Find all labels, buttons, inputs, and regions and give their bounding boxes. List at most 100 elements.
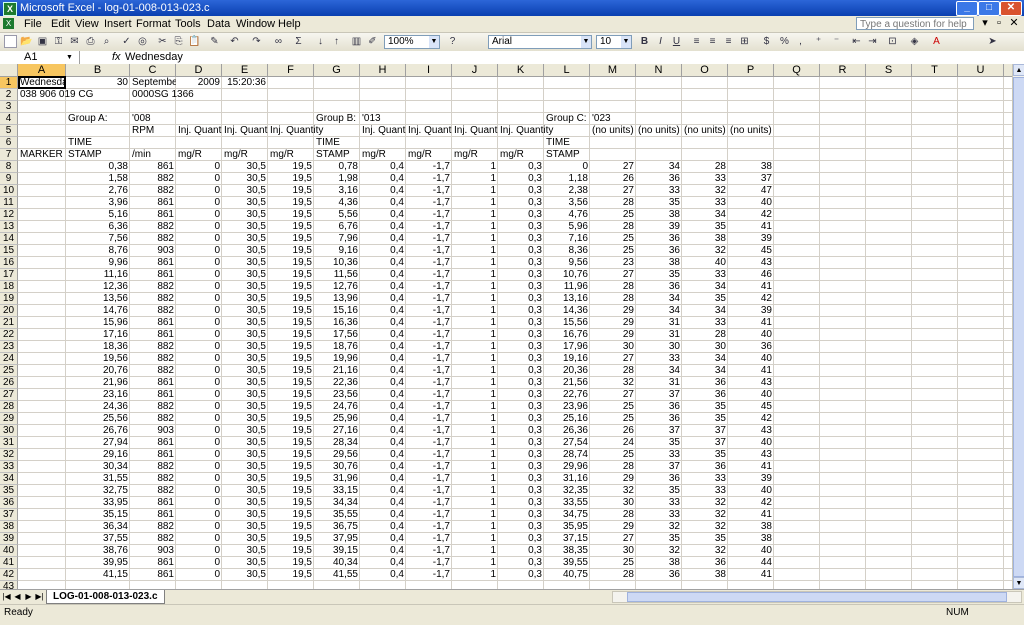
cell-o[interactable]: 35 xyxy=(682,533,728,545)
cell-o[interactable]: 32 xyxy=(682,545,728,557)
cell-b[interactable]: 7,56 xyxy=(66,233,130,245)
cell-o[interactable]: 33 xyxy=(682,197,728,209)
cell-g[interactable]: 39,15 xyxy=(314,545,360,557)
cell-e[interactable]: 30,5 xyxy=(222,185,268,197)
cell-n[interactable]: 39 xyxy=(636,221,682,233)
cell-g[interactable]: STAMP xyxy=(314,149,360,161)
cell-f[interactable]: 19,5 xyxy=(268,449,314,461)
cell-h[interactable]: 0,4 xyxy=(360,377,406,389)
cell-d[interactable]: 0 xyxy=(176,173,222,185)
increase-decimal-icon[interactable]: ⁺ xyxy=(812,35,825,48)
cell-f[interactable]: 19,5 xyxy=(268,341,314,353)
close-button[interactable]: ✕ xyxy=(1000,1,1022,16)
cell-n[interactable]: 36 xyxy=(636,233,682,245)
cell-d[interactable]: 0 xyxy=(176,569,222,581)
cell-c[interactable]: 882 xyxy=(130,401,176,413)
cell-o[interactable]: 33 xyxy=(682,269,728,281)
cell-g[interactable]: 21,16 xyxy=(314,365,360,377)
cell-n[interactable]: 36 xyxy=(636,401,682,413)
cell-i[interactable]: -1,7 xyxy=(406,305,452,317)
scroll-down-icon[interactable]: ▼ xyxy=(1013,577,1024,589)
cell-e[interactable]: 30,5 xyxy=(222,545,268,557)
column-header-i[interactable]: I xyxy=(406,64,452,77)
cell-d[interactable]: 2009 xyxy=(176,77,222,89)
cell-c[interactable]: 882 xyxy=(130,221,176,233)
cell-i[interactable]: -1,7 xyxy=(406,173,452,185)
cell-l[interactable]: 1,18 xyxy=(544,173,590,185)
row-header[interactable]: 32 xyxy=(0,449,18,461)
cell-l[interactable]: 10,76 xyxy=(544,269,590,281)
cell-f[interactable]: 19,5 xyxy=(268,533,314,545)
cell-m[interactable]: 28 xyxy=(590,293,636,305)
cell-j[interactable]: 1 xyxy=(452,449,498,461)
row-header[interactable]: 18 xyxy=(0,281,18,293)
cell-d[interactable]: 0 xyxy=(176,209,222,221)
cell-g[interactable]: 6,76 xyxy=(314,221,360,233)
row-header[interactable]: 2 xyxy=(0,89,18,101)
cell-b[interactable]: 14,76 xyxy=(66,305,130,317)
cell-f[interactable]: 19,5 xyxy=(268,185,314,197)
cell-i[interactable]: -1,7 xyxy=(406,461,452,473)
cell-j[interactable]: 1 xyxy=(452,557,498,569)
cell-g[interactable]: 5,56 xyxy=(314,209,360,221)
cell-h[interactable]: 0,4 xyxy=(360,545,406,557)
cell-p[interactable]: 43 xyxy=(728,257,774,269)
cell-c[interactable]: 861 xyxy=(130,317,176,329)
cell-o[interactable]: 34 xyxy=(682,209,728,221)
cell-k[interactable]: 0,3 xyxy=(498,245,544,257)
cell-o[interactable]: 36 xyxy=(682,557,728,569)
cell-l[interactable]: STAMP xyxy=(544,149,590,161)
cell-m[interactable]: 28 xyxy=(590,197,636,209)
cell-b[interactable]: 27,94 xyxy=(66,437,130,449)
cell-d[interactable]: 0 xyxy=(176,509,222,521)
cell-k[interactable]: 0,3 xyxy=(498,317,544,329)
cell-k[interactable]: 0,3 xyxy=(498,269,544,281)
row-header[interactable]: 4 xyxy=(0,113,18,125)
cell-b[interactable]: STAMP xyxy=(66,149,130,161)
cell-m[interactable]: 32 xyxy=(590,485,636,497)
cell-h[interactable]: 0,4 xyxy=(360,233,406,245)
column-header-c[interactable]: C xyxy=(130,64,176,77)
cell-k[interactable]: 0,3 xyxy=(498,413,544,425)
cell-j[interactable]: 1 xyxy=(452,377,498,389)
cell-n[interactable]: 38 xyxy=(636,209,682,221)
cell-b[interactable]: 35,15 xyxy=(66,509,130,521)
cell-m[interactable]: 28 xyxy=(590,509,636,521)
cell-l[interactable]: 27,54 xyxy=(544,437,590,449)
row-header[interactable]: 5 xyxy=(0,125,18,137)
cell-n[interactable]: 32 xyxy=(636,521,682,533)
cell-g[interactable]: 15,16 xyxy=(314,305,360,317)
cell-o[interactable]: 28 xyxy=(682,329,728,341)
cell-f[interactable]: 19,5 xyxy=(268,257,314,269)
cell-o[interactable]: 32 xyxy=(682,245,728,257)
cell-d[interactable]: 0 xyxy=(176,533,222,545)
cell-d[interactable]: 0 xyxy=(176,413,222,425)
cell-m[interactable]: (no units) xyxy=(590,125,636,137)
cell-f[interactable]: 19,5 xyxy=(268,545,314,557)
help-icon[interactable]: ? xyxy=(446,35,459,48)
cell-f[interactable]: 19,5 xyxy=(268,233,314,245)
cell-d[interactable]: 0 xyxy=(176,401,222,413)
underline-icon[interactable]: U xyxy=(670,35,683,48)
menu-insert[interactable]: Insert xyxy=(104,17,132,31)
cell-l[interactable]: 13,16 xyxy=(544,293,590,305)
cell-b[interactable]: 12,36 xyxy=(66,281,130,293)
cell-f[interactable]: Inj. Quantity xyxy=(268,125,323,137)
cell-e[interactable]: 30,5 xyxy=(222,161,268,173)
cell-f[interactable]: 19,5 xyxy=(268,161,314,173)
cell-n[interactable]: 35 xyxy=(636,269,682,281)
cell-m[interactable]: 27 xyxy=(590,533,636,545)
cell-d[interactable]: 0 xyxy=(176,353,222,365)
fill-color-icon[interactable]: ◈ xyxy=(908,35,921,48)
cell-i[interactable]: -1,7 xyxy=(406,245,452,257)
cell-p[interactable]: 42 xyxy=(728,413,774,425)
research-icon[interactable]: ◎ xyxy=(136,35,149,48)
row-header[interactable]: 37 xyxy=(0,509,18,521)
cell-n[interactable]: 37 xyxy=(636,461,682,473)
cell-o[interactable]: 36 xyxy=(682,377,728,389)
print-icon[interactable]: ⎙ xyxy=(84,35,97,48)
workbook-icon[interactable]: X xyxy=(3,18,14,29)
autosum-icon[interactable]: Σ xyxy=(292,35,305,48)
permission-icon[interactable]: ⚿ xyxy=(52,35,65,48)
cell-d[interactable]: 0 xyxy=(176,485,222,497)
